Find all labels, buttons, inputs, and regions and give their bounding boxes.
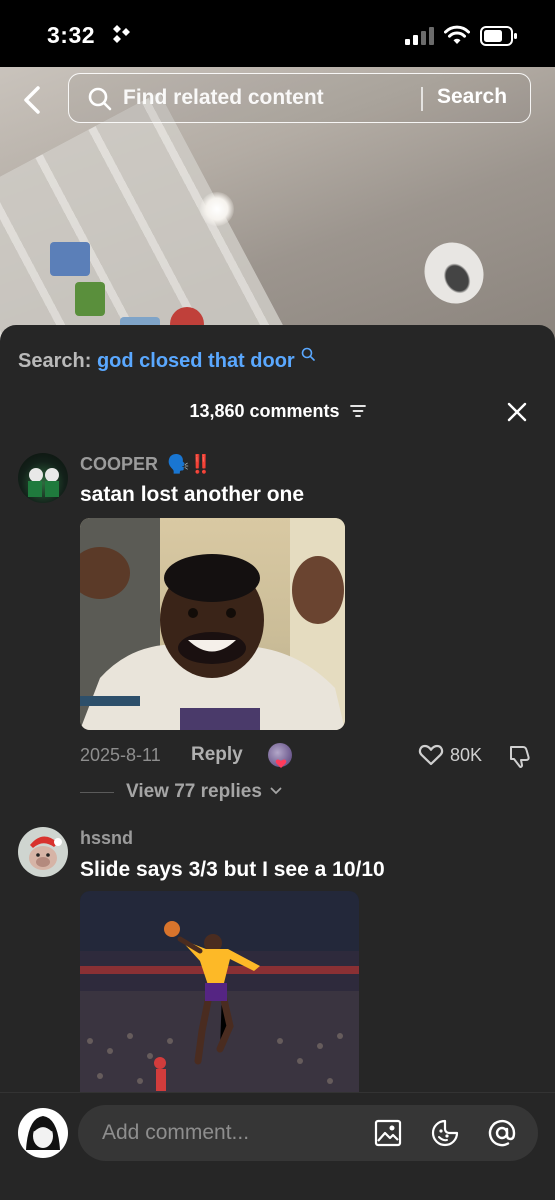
- add-comment-placeholder: Add comment...: [102, 1121, 250, 1144]
- mention-icon[interactable]: [488, 1119, 516, 1147]
- chevron-down-icon: [270, 787, 282, 795]
- search-button[interactable]: Search: [437, 85, 507, 109]
- avatar-image: [29, 836, 62, 870]
- comment-composer: Add comment...: [0, 1092, 555, 1200]
- reply-button[interactable]: Reply: [191, 744, 243, 766]
- wifi-icon: [444, 25, 470, 44]
- comment-username[interactable]: COOPER 🗣️‼️: [80, 454, 212, 475]
- comment-text: Slide says 3/3 but I see a 10/10: [80, 858, 385, 881]
- comment-image[interactable]: [80, 518, 345, 730]
- back-arrow-icon[interactable]: [16, 83, 50, 117]
- close-icon[interactable]: [506, 401, 528, 423]
- my-avatar[interactable]: [18, 1108, 68, 1158]
- video-object: [75, 282, 105, 316]
- search-icon: [88, 87, 112, 111]
- dislike-icon[interactable]: [507, 743, 533, 769]
- cellular-signal-icon: [405, 27, 434, 45]
- comment-image-content: [80, 891, 359, 1101]
- comment-username-text: COOPER: [80, 454, 159, 474]
- comment-date: 2025-8-11: [80, 745, 161, 765]
- status-time: 3:32: [47, 22, 96, 48]
- battery-icon: [480, 26, 517, 46]
- comment-username[interactable]: hssnd: [80, 828, 133, 849]
- heart-icon: [275, 759, 287, 768]
- avatar[interactable]: [18, 827, 68, 877]
- image-icon[interactable]: [374, 1119, 402, 1147]
- view-replies-button[interactable]: View 77 replies: [126, 781, 282, 803]
- ceiling-fixture: [413, 231, 495, 315]
- sort-icon[interactable]: [349, 404, 366, 418]
- add-comment-input[interactable]: Add comment...: [78, 1105, 538, 1161]
- related-search-label: Search:: [18, 350, 92, 372]
- view-replies-label: View 77 replies: [126, 781, 262, 802]
- avatar-image: [28, 468, 59, 497]
- avatar-image: [26, 1116, 60, 1150]
- comments-count: 13,860 comments: [189, 401, 340, 421]
- heart-icon: [418, 744, 444, 766]
- username-emojis: 🗣️‼️: [167, 454, 212, 474]
- comment-text: satan lost another one: [80, 483, 305, 506]
- search-bar[interactable]: Find related content Search: [68, 73, 531, 123]
- comments-header: 13,860 comments: [0, 401, 555, 422]
- like-button[interactable]: 80K: [418, 743, 482, 767]
- replies-divider: [80, 792, 114, 793]
- search-input[interactable]: Find related content: [123, 86, 324, 110]
- emoji-icon[interactable]: [431, 1119, 459, 1147]
- search-divider: [421, 87, 423, 111]
- related-search-query[interactable]: god closed that door: [97, 350, 295, 372]
- author-liked-avatar: [268, 743, 292, 768]
- focus-mode-icon: [113, 25, 130, 43]
- comments-panel: Search: god closed that door 13,860 comm…: [0, 325, 555, 1200]
- search-icon: [301, 347, 316, 361]
- like-count: 80K: [450, 744, 483, 765]
- comment-image[interactable]: [80, 891, 359, 1101]
- video-object: [50, 242, 90, 276]
- avatar[interactable]: [18, 453, 68, 503]
- comment-image-content: [80, 518, 345, 730]
- ceiling-light: [200, 192, 234, 226]
- status-bar: 3:32: [0, 0, 555, 67]
- related-search[interactable]: Search: god closed that door: [18, 347, 316, 373]
